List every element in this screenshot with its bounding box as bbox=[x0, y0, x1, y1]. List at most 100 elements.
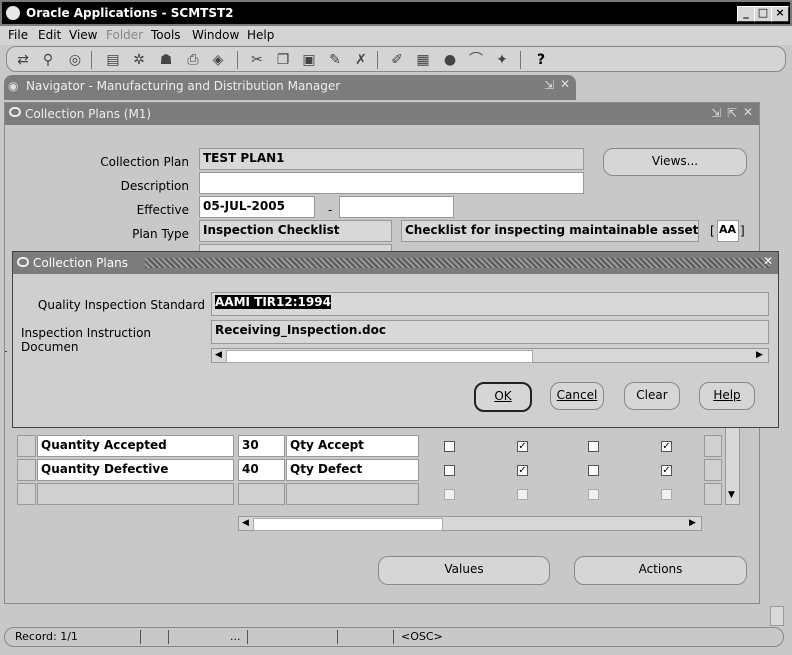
sequence-field-empty[interactable] bbox=[238, 483, 285, 505]
dialog-scroll-right-icon[interactable]: ▶ bbox=[756, 350, 763, 360]
attachments-icon[interactable]: ⌒ bbox=[468, 52, 484, 68]
scroll-thumb[interactable] bbox=[253, 518, 443, 531]
plan-type-label: Plan Type bbox=[132, 227, 189, 241]
grid-horizontal-scrollbar[interactable]: ◀ ▶ bbox=[238, 516, 702, 531]
collection-plans-title: Collection Plans (M1) bbox=[25, 107, 152, 121]
app-title: Oracle Applications - SCMTST2 bbox=[26, 6, 234, 20]
dialog-scroll-left-icon[interactable]: ◀ bbox=[215, 350, 222, 360]
navigator-icon[interactable]: ◎ bbox=[67, 52, 83, 68]
collection-plan-field[interactable]: TEST PLAN1 bbox=[199, 148, 584, 170]
menu-window[interactable]: Window bbox=[192, 28, 239, 42]
element-field[interactable]: Quantity Accepted bbox=[37, 435, 234, 457]
cut-icon[interactable]: ✂ bbox=[249, 52, 265, 68]
oracle-app-icon bbox=[6, 6, 20, 20]
menu-edit[interactable]: Edit bbox=[38, 28, 61, 42]
dialog-scroll-thumb[interactable] bbox=[226, 350, 533, 363]
scroll-down-icon[interactable]: ▼ bbox=[728, 490, 735, 500]
description-field[interactable] bbox=[199, 172, 584, 194]
displayed-checkbox[interactable] bbox=[661, 489, 672, 500]
navigator-window-bar: ◉ Navigator - Manufacturing and Distribu… bbox=[4, 75, 576, 100]
instruction-doc-label: Inspection Instruction Documen bbox=[21, 326, 152, 354]
enabled-checkbox[interactable]: ✓ bbox=[517, 465, 528, 476]
effective-to-field[interactable] bbox=[339, 196, 454, 218]
read-only-checkbox[interactable] bbox=[588, 489, 599, 500]
read-only-checkbox[interactable] bbox=[588, 465, 599, 476]
menu-file[interactable]: File bbox=[8, 28, 28, 42]
close-button[interactable]: × bbox=[771, 6, 789, 22]
prompt-field-empty[interactable] bbox=[286, 483, 419, 505]
effective-from-field[interactable]: 05-JUL-2005 bbox=[199, 196, 315, 218]
help-button[interactable]: Help bbox=[699, 382, 755, 410]
row-selector[interactable] bbox=[17, 435, 36, 457]
zoom-icon[interactable]: ▦ bbox=[415, 52, 431, 68]
menu-view[interactable]: View bbox=[69, 28, 97, 42]
find-icon[interactable]: ⚲ bbox=[40, 52, 56, 68]
plan-type-field[interactable]: Inspection Checklist bbox=[199, 220, 392, 242]
grid-vertical-scrollbar[interactable]: ▼ bbox=[725, 427, 740, 505]
prompt-field[interactable]: Qty Accept bbox=[286, 435, 419, 457]
displayed-checkbox[interactable]: ✓ bbox=[661, 465, 672, 476]
delete-record-icon[interactable]: ✗ bbox=[353, 52, 369, 68]
cp-maximize-icon[interactable]: ⇱ bbox=[727, 106, 737, 120]
collection-plans-dialog: Collection Plans ✕ Quality Inspection St… bbox=[12, 251, 779, 428]
scroll-left-icon[interactable]: ◀ bbox=[242, 518, 249, 528]
row-selector[interactable] bbox=[17, 483, 36, 505]
row-end-cell[interactable] bbox=[704, 459, 722, 481]
navigator-minimize-icon[interactable]: ⇲ bbox=[544, 78, 554, 92]
new-record-icon[interactable]: ✎ bbox=[327, 52, 343, 68]
cp-close-icon[interactable]: ✕ bbox=[743, 105, 753, 119]
collection-plan-label: Collection Plan bbox=[100, 155, 189, 169]
app-title-bar: Oracle Applications - SCMTST2 _ □ × bbox=[0, 0, 792, 26]
dialog-horizontal-scrollbar[interactable]: ◀ ▶ bbox=[211, 348, 769, 363]
actions-button[interactable]: Actions bbox=[574, 556, 747, 585]
menu-folder[interactable]: Folder bbox=[106, 28, 143, 42]
translations-icon[interactable]: ● bbox=[442, 52, 458, 68]
element-field-empty[interactable] bbox=[37, 483, 234, 505]
displayed-checkbox[interactable]: ✓ bbox=[661, 441, 672, 452]
quality-standard-field[interactable]: AAMI TIR12:1994 bbox=[211, 292, 769, 316]
quality-standard-label: Quality Inspection Standard bbox=[37, 298, 205, 312]
print-icon[interactable]: ⎙ bbox=[185, 52, 201, 68]
ok-button[interactable]: OK bbox=[474, 382, 532, 412]
sequence-field[interactable]: 40 bbox=[238, 459, 285, 481]
save-icon[interactable]: ▤ bbox=[105, 52, 121, 68]
enabled-checkbox[interactable] bbox=[517, 489, 528, 500]
scroll-right-icon[interactable]: ▶ bbox=[689, 518, 696, 528]
element-field[interactable]: Quantity Defective bbox=[37, 459, 234, 481]
read-only-checkbox[interactable] bbox=[588, 441, 599, 452]
dialog-title-bar: Collection Plans ✕ bbox=[13, 252, 778, 274]
row-end-cell[interactable] bbox=[704, 483, 722, 505]
enabled-checkbox[interactable]: ✓ bbox=[517, 441, 528, 452]
paste-icon[interactable]: ▣ bbox=[301, 52, 317, 68]
window-icon bbox=[9, 107, 21, 117]
cancel-button[interactable]: Cancel bbox=[550, 382, 604, 410]
edit-field-icon[interactable]: ✐ bbox=[389, 52, 405, 68]
new-icon[interactable]: ⇄ bbox=[15, 52, 31, 68]
prompt-field[interactable]: Qty Defect bbox=[286, 459, 419, 481]
status-ellipsis: ... bbox=[230, 630, 241, 643]
dialog-close-icon[interactable]: ✕ bbox=[763, 254, 773, 268]
clear-button[interactable]: Clear bbox=[624, 382, 680, 410]
sequence-field[interactable]: 30 bbox=[238, 435, 285, 457]
navigator-close-icon[interactable]: ✕ bbox=[560, 77, 570, 91]
menu-help[interactable]: Help bbox=[247, 28, 274, 42]
close-form-icon[interactable]: ◈ bbox=[210, 52, 226, 68]
folder-tools-icon[interactable]: ✦ bbox=[494, 52, 510, 68]
mandatory-checkbox[interactable] bbox=[444, 441, 455, 452]
aa-field[interactable]: AA bbox=[717, 220, 739, 242]
minimize-button[interactable]: _ bbox=[737, 6, 755, 22]
switch-resp-icon[interactable]: ☗ bbox=[158, 52, 174, 68]
row-selector[interactable] bbox=[17, 459, 36, 481]
views-button[interactable]: Views... bbox=[603, 148, 747, 176]
row-end-cell[interactable] bbox=[704, 435, 722, 457]
copy-icon[interactable]: ❐ bbox=[275, 52, 291, 68]
values-button[interactable]: Values bbox=[378, 556, 550, 585]
help-icon[interactable]: ? bbox=[533, 52, 549, 68]
instruction-doc-field[interactable]: Receiving_Inspection.doc bbox=[211, 320, 769, 344]
menu-tools[interactable]: Tools bbox=[151, 28, 181, 42]
maximize-button[interactable]: □ bbox=[754, 6, 772, 22]
mandatory-checkbox[interactable] bbox=[444, 465, 455, 476]
mandatory-checkbox[interactable] bbox=[444, 489, 455, 500]
save-proceed-icon[interactable]: ✲ bbox=[131, 52, 147, 68]
cp-minimize-icon[interactable]: ⇲ bbox=[711, 106, 721, 120]
